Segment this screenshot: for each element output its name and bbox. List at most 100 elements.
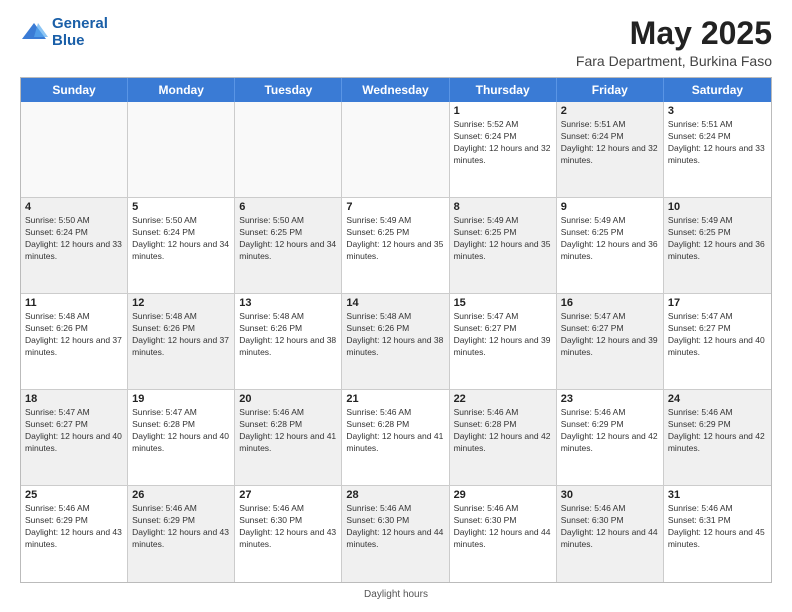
day-number: 8 — [454, 201, 552, 213]
calendar-cell — [128, 102, 235, 197]
day-info: Sunrise: 5:49 AMSunset: 6:25 PMDaylight:… — [668, 215, 767, 263]
day-info: Sunrise: 5:46 AMSunset: 6:28 PMDaylight:… — [346, 407, 444, 455]
calendar-cell: 7 Sunrise: 5:49 AMSunset: 6:25 PMDaylight… — [342, 198, 449, 293]
day-of-week-header: Sunday — [21, 78, 128, 102]
day-number: 24 — [668, 393, 767, 405]
calendar-cell: 31 Sunrise: 5:46 AMSunset: 6:31 PMDayligh… — [664, 486, 771, 582]
day-number: 22 — [454, 393, 552, 405]
day-info: Sunrise: 5:47 AMSunset: 6:27 PMDaylight:… — [25, 407, 123, 455]
day-number: 17 — [668, 297, 767, 309]
day-number: 3 — [668, 105, 767, 117]
calendar-header: SundayMondayTuesdayWednesdayThursdayFrid… — [21, 78, 771, 102]
calendar-cell: 21 Sunrise: 5:46 AMSunset: 6:28 PMDayligh… — [342, 390, 449, 485]
calendar-cell: 4 Sunrise: 5:50 AMSunset: 6:24 PMDaylight… — [21, 198, 128, 293]
calendar-cell: 12Sunrise: 5:48 AMSunset: 6:26 PMDayligh… — [128, 294, 235, 389]
day-number: 14 — [346, 297, 444, 309]
calendar-cell: 29 Sunrise: 5:46 AMSunset: 6:30 PMDayligh… — [450, 486, 557, 582]
day-of-week-header: Monday — [128, 78, 235, 102]
day-info: Sunrise: 5:46 AMSunset: 6:28 PMDaylight:… — [454, 407, 552, 455]
calendar-cell: 13Sunrise: 5:48 AMSunset: 6:26 PMDayligh… — [235, 294, 342, 389]
day-info: Sunrise: 5:52 AMSunset: 6:24 PMDaylight:… — [454, 119, 552, 167]
day-number: 29 — [454, 489, 552, 501]
day-of-week-header: Wednesday — [342, 78, 449, 102]
header: General Blue May 2025 Fara Department, B… — [20, 16, 772, 69]
day-number: 21 — [346, 393, 444, 405]
day-info: Sunrise: 5:46 AMSunset: 6:29 PMDaylight:… — [561, 407, 659, 455]
day-info: Sunrise: 5:49 AMSunset: 6:25 PMDaylight:… — [561, 215, 659, 263]
calendar-cell: 1Sunrise: 5:52 AMSunset: 6:24 PMDaylight… — [450, 102, 557, 197]
day-number: 27 — [239, 489, 337, 501]
logo: General Blue — [20, 16, 108, 49]
calendar-week-row: 18 Sunrise: 5:47 AMSunset: 6:27 PMDayligh… — [21, 390, 771, 486]
day-info: Sunrise: 5:49 AMSunset: 6:25 PMDaylight:… — [346, 215, 444, 263]
day-number: 7 — [346, 201, 444, 213]
calendar-cell: 10Sunrise: 5:49 AMSunset: 6:25 PMDayligh… — [664, 198, 771, 293]
calendar-cell: 23Sunrise: 5:46 AMSunset: 6:29 PMDayligh… — [557, 390, 664, 485]
day-info: Sunrise: 5:50 AMSunset: 6:24 PMDaylight:… — [25, 215, 123, 263]
calendar-week-row: 1Sunrise: 5:52 AMSunset: 6:24 PMDaylight… — [21, 102, 771, 198]
calendar-cell: 2 Sunrise: 5:51 AMSunset: 6:24 PMDaylight… — [557, 102, 664, 197]
day-number: 9 — [561, 201, 659, 213]
day-number: 31 — [668, 489, 767, 501]
day-info: Sunrise: 5:51 AMSunset: 6:24 PMDaylight:… — [668, 119, 767, 167]
day-number: 20 — [239, 393, 337, 405]
calendar-cell: 5 Sunrise: 5:50 AMSunset: 6:24 PMDaylight… — [128, 198, 235, 293]
month-title: May 2025 — [576, 16, 772, 51]
day-info: Sunrise: 5:49 AMSunset: 6:25 PMDaylight:… — [454, 215, 552, 263]
day-info: Sunrise: 5:50 AMSunset: 6:24 PMDaylight:… — [132, 215, 230, 263]
day-number: 18 — [25, 393, 123, 405]
calendar-cell: 3 Sunrise: 5:51 AMSunset: 6:24 PMDaylight… — [664, 102, 771, 197]
day-info: Sunrise: 5:46 AMSunset: 6:30 PMDaylight:… — [561, 503, 659, 551]
calendar-cell: 30 Sunrise: 5:46 AMSunset: 6:30 PMDayligh… — [557, 486, 664, 582]
day-of-week-header: Friday — [557, 78, 664, 102]
day-info: Sunrise: 5:46 AMSunset: 6:29 PMDaylight:… — [25, 503, 123, 551]
day-number: 26 — [132, 489, 230, 501]
logo-text: General Blue — [52, 16, 108, 49]
subtitle: Fara Department, Burkina Faso — [576, 53, 772, 69]
day-info: Sunrise: 5:51 AMSunset: 6:24 PMDaylight:… — [561, 119, 659, 167]
day-info: Sunrise: 5:47 AMSunset: 6:27 PMDaylight:… — [668, 311, 767, 359]
calendar-cell: 22 Sunrise: 5:46 AMSunset: 6:28 PMDayligh… — [450, 390, 557, 485]
calendar-week-row: 25Sunrise: 5:46 AMSunset: 6:29 PMDayligh… — [21, 486, 771, 582]
calendar-cell: 11 Sunrise: 5:48 AMSunset: 6:26 PMDayligh… — [21, 294, 128, 389]
calendar-cell — [342, 102, 449, 197]
day-number: 5 — [132, 201, 230, 213]
day-number: 11 — [25, 297, 123, 309]
calendar-cell: 27 Sunrise: 5:46 AMSunset: 6:30 PMDayligh… — [235, 486, 342, 582]
day-info: Sunrise: 5:48 AMSunset: 6:26 PMDaylight:… — [346, 311, 444, 359]
day-number: 15 — [454, 297, 552, 309]
calendar-cell: 6Sunrise: 5:50 AMSunset: 6:25 PMDaylight… — [235, 198, 342, 293]
calendar-cell: 26Sunrise: 5:46 AMSunset: 6:29 PMDayligh… — [128, 486, 235, 582]
day-number: 6 — [239, 201, 337, 213]
day-number: 19 — [132, 393, 230, 405]
day-of-week-header: Thursday — [450, 78, 557, 102]
calendar-cell — [235, 102, 342, 197]
day-number: 30 — [561, 489, 659, 501]
title-block: May 2025 Fara Department, Burkina Faso — [576, 16, 772, 69]
logo-icon — [20, 19, 48, 47]
calendar-cell: 9 Sunrise: 5:49 AMSunset: 6:25 PMDaylight… — [557, 198, 664, 293]
calendar: SundayMondayTuesdayWednesdayThursdayFrid… — [20, 77, 772, 583]
page: General Blue May 2025 Fara Department, B… — [0, 0, 792, 612]
footer-note: Daylight hours — [20, 589, 772, 600]
day-info: Sunrise: 5:46 AMSunset: 6:30 PMDaylight:… — [454, 503, 552, 551]
day-info: Sunrise: 5:46 AMSunset: 6:28 PMDaylight:… — [239, 407, 337, 455]
calendar-cell — [21, 102, 128, 197]
day-number: 4 — [25, 201, 123, 213]
day-number: 2 — [561, 105, 659, 117]
calendar-cell: 20 Sunrise: 5:46 AMSunset: 6:28 PMDayligh… — [235, 390, 342, 485]
day-info: Sunrise: 5:46 AMSunset: 6:30 PMDaylight:… — [346, 503, 444, 551]
calendar-body: 1Sunrise: 5:52 AMSunset: 6:24 PMDaylight… — [21, 102, 771, 582]
day-number: 13 — [239, 297, 337, 309]
day-info: Sunrise: 5:46 AMSunset: 6:30 PMDaylight:… — [239, 503, 337, 551]
calendar-cell: 8 Sunrise: 5:49 AMSunset: 6:25 PMDaylight… — [450, 198, 557, 293]
day-of-week-header: Tuesday — [235, 78, 342, 102]
calendar-week-row: 11 Sunrise: 5:48 AMSunset: 6:26 PMDayligh… — [21, 294, 771, 390]
day-info: Sunrise: 5:47 AMSunset: 6:27 PMDaylight:… — [561, 311, 659, 359]
calendar-cell: 18 Sunrise: 5:47 AMSunset: 6:27 PMDayligh… — [21, 390, 128, 485]
calendar-week-row: 4 Sunrise: 5:50 AMSunset: 6:24 PMDaylight… — [21, 198, 771, 294]
day-of-week-header: Saturday — [664, 78, 771, 102]
calendar-cell: 24Sunrise: 5:46 AMSunset: 6:29 PMDayligh… — [664, 390, 771, 485]
day-info: Sunrise: 5:48 AMSunset: 6:26 PMDaylight:… — [25, 311, 123, 359]
day-info: Sunrise: 5:46 AMSunset: 6:31 PMDaylight:… — [668, 503, 767, 551]
